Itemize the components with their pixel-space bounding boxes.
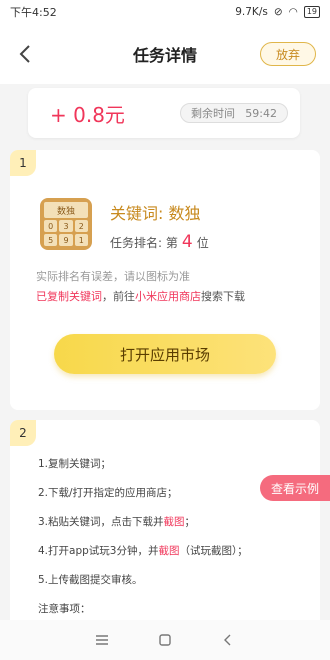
sudoku-app-icon: 数独 0 3 2 5 9 1	[40, 198, 92, 250]
copied-keyword-label: 已复制关键词	[36, 290, 102, 303]
step-line: 4.打开app试玩3分钟，并截图（试玩截图）；	[38, 543, 310, 572]
header: 任务详情 放弃	[0, 24, 330, 84]
giveup-button[interactable]: 放弃	[260, 42, 316, 66]
wifi-icon: ◠	[288, 6, 298, 18]
app-icon-digit: 3	[59, 220, 73, 232]
reward-card: + 0.8元 剩余时间 59:42	[28, 88, 300, 138]
step-line: 5.上传截图提交审核。	[38, 574, 143, 586]
reward-amount: + 0.8元	[50, 102, 125, 127]
rank-unit: 位	[196, 236, 209, 250]
app-icon-digit: 9	[59, 234, 73, 246]
app-icon-digit: 1	[74, 234, 88, 246]
app-icon-digit: 0	[44, 220, 58, 232]
remaining-time-label: 剩余时间	[191, 107, 235, 120]
rank-value: 4	[181, 232, 193, 252]
status-time: 下午4:52	[10, 6, 57, 19]
screenshot-highlight: 截图	[163, 516, 185, 528]
store-name: 小米应用商店	[135, 290, 201, 303]
system-nav-bar	[0, 620, 330, 660]
view-example-button[interactable]: 查看示例	[260, 475, 330, 501]
home-icon[interactable]	[155, 630, 175, 650]
download-instruction: 已复制关键词，前往小米应用商店搜索下载	[36, 288, 245, 304]
instruction-end: 搜索下载	[201, 290, 245, 303]
app-icon-digit: 2	[74, 220, 88, 232]
battery-icon: 19	[303, 6, 320, 18]
page-title: 任务详情	[132, 46, 197, 65]
remaining-time-value: 59:42	[245, 106, 277, 120]
step-text: （试玩截图）；	[179, 545, 248, 557]
app-icon-digit: 5	[44, 234, 58, 246]
step-text: ；	[184, 516, 196, 528]
back-button[interactable]	[14, 42, 38, 66]
step-text: 4.打开app试玩3分钟，并	[38, 545, 159, 557]
status-bar: 下午4:52 9.7K/s ⊘ ◠ 19	[0, 0, 330, 24]
status-indicators: 9.7K/s ⊘ ◠ 19	[235, 6, 320, 18]
rank-note: 实际排名有误差，请以图标为准	[36, 270, 190, 283]
rank-label: 任务排名: 第	[110, 236, 178, 250]
step2-card: 2 1.复制关键词； 2.下载/打开指定的应用商店； 3.粘贴关键词，点击下载并…	[10, 420, 320, 640]
back-nav-icon[interactable]	[218, 630, 238, 650]
step-badge: 1	[10, 150, 36, 176]
menu-icon[interactable]	[92, 630, 112, 650]
app-icon-title: 数独	[44, 202, 88, 218]
instruction-mid: ，前往	[102, 290, 135, 303]
screenshot-highlight: 截图	[158, 545, 180, 557]
network-speed: 9.7K/s	[235, 6, 268, 18]
keyword-label: 关键词: 数独	[110, 204, 201, 223]
step1-card: 1 数独 0 3 2 5 9 1 关键词: 数独 任务排名: 第4位 实际排名有…	[10, 150, 320, 410]
open-app-store-button[interactable]: 打开应用市场	[54, 334, 276, 374]
step-line: 3.粘贴关键词，点击下载并截图；	[38, 514, 310, 543]
chevron-left-icon	[19, 45, 30, 63]
remaining-time-pill: 剩余时间 59:42	[180, 103, 288, 123]
step-badge: 2	[10, 420, 36, 446]
task-rank: 任务排名: 第4位	[110, 232, 209, 252]
step-text: 3.粘贴关键词，点击下载并	[38, 516, 164, 528]
alarm-icon: ⊘	[273, 6, 283, 18]
